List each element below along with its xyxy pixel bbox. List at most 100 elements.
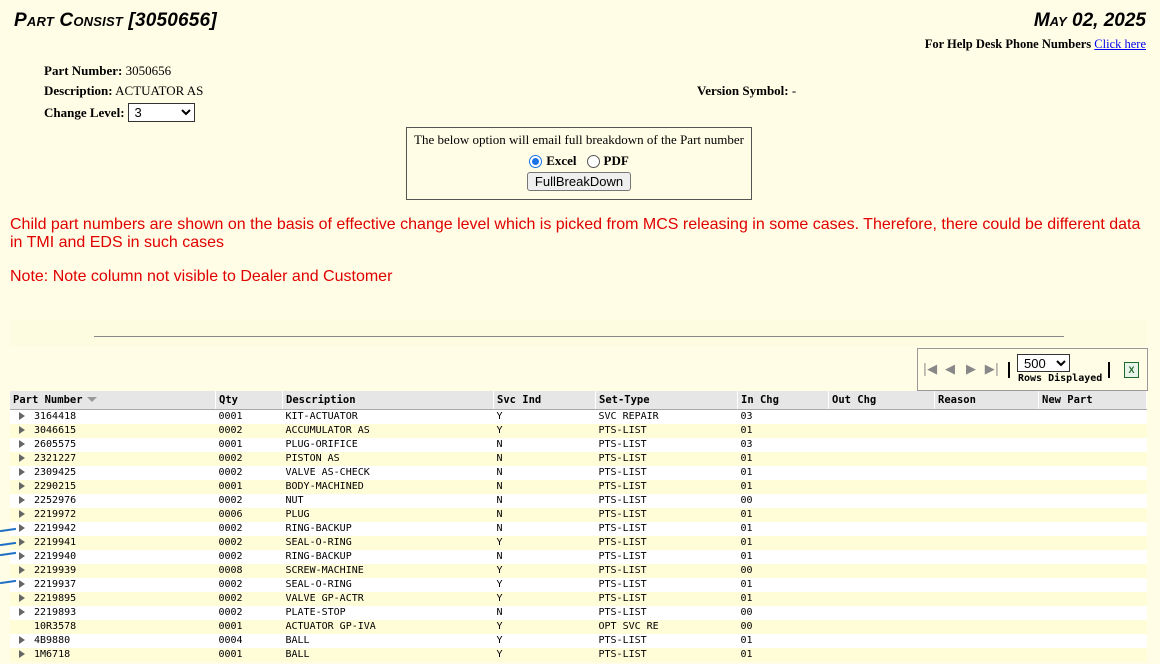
- version-symbol-value: -: [791, 83, 797, 98]
- cell-new-part: [1038, 620, 1147, 634]
- table-row[interactable]: 2290215 0001 BODY-MACHINED N PTS-LIST 01: [10, 480, 1147, 494]
- cell-out-chg: [828, 466, 935, 480]
- table-row[interactable]: 2219940 0002 RING-BACKUP N PTS-LIST 01: [10, 550, 1147, 564]
- table-row[interactable]: 2252976 0002 NUT N PTS-LIST 00: [10, 494, 1147, 508]
- expand-row-icon[interactable]: [19, 594, 25, 602]
- cell-qty: 0002: [215, 592, 283, 606]
- column-header-reason[interactable]: Reason: [934, 391, 1039, 410]
- excel-export-icon[interactable]: X: [1124, 362, 1139, 378]
- help-desk-link[interactable]: Click here: [1094, 37, 1146, 51]
- table-row[interactable]: 2219941 0002 SEAL-O-RING Y PTS-LIST 01: [10, 536, 1147, 550]
- expand-row-icon[interactable]: [19, 552, 25, 560]
- next-page-icon[interactable]: ▶: [963, 363, 979, 377]
- expand-row-icon[interactable]: [19, 580, 25, 588]
- column-header-svc-ind[interactable]: Svc Ind: [493, 391, 596, 410]
- cell-svc-ind: Y: [493, 648, 596, 662]
- cell-in-chg: 00: [737, 606, 829, 620]
- table-row[interactable]: 3046615 0002 ACCUMULATOR AS Y PTS-LIST 01: [10, 424, 1147, 438]
- previous-page-icon[interactable]: ◀: [942, 363, 958, 377]
- table-row[interactable]: 2219893 0002 PLATE-STOP N PTS-LIST 00: [10, 606, 1147, 620]
- cell-in-chg: 01: [737, 452, 829, 466]
- expand-row-icon[interactable]: [19, 538, 25, 546]
- cell-set-type: PTS-LIST: [595, 494, 738, 508]
- expand-row-icon[interactable]: [19, 496, 25, 504]
- table-row[interactable]: 2219895 0002 VALVE GP-ACTR Y PTS-LIST 01: [10, 592, 1147, 606]
- cell-description: KIT-ACTUATOR: [282, 409, 494, 424]
- change-level-select[interactable]: 3: [127, 103, 195, 122]
- expand-row-icon[interactable]: [19, 524, 25, 532]
- email-breakdown-message: The below option will email full breakdo…: [414, 132, 744, 147]
- cell-new-part: [1038, 438, 1147, 452]
- column-header-out-chg[interactable]: Out Chg: [828, 391, 935, 410]
- table-body: 3164418 0001 KIT-ACTUATOR Y SVC REPAIR 03 3046…: [10, 409, 1147, 662]
- table-row[interactable]: 1M6718 0001 BALL Y PTS-LIST 01: [10, 648, 1147, 662]
- pdf-radio[interactable]: [586, 154, 600, 168]
- part-consist-table: Part Number Qty Description Svc Ind Set-…: [10, 391, 1147, 662]
- full-breakdown-button[interactable]: FullBreakDown: [526, 172, 632, 191]
- cell-qty: 0002: [215, 424, 283, 438]
- cell-part-number: 3164418: [10, 409, 216, 424]
- column-header-new-part[interactable]: New Part: [1038, 391, 1147, 410]
- cell-reason: [934, 508, 1039, 522]
- cell-svc-ind: N: [493, 480, 596, 494]
- expand-row-icon[interactable]: [19, 566, 25, 574]
- expand-row-icon[interactable]: [19, 426, 25, 434]
- cell-svc-ind: N: [493, 508, 596, 522]
- cell-svc-ind: N: [493, 522, 596, 536]
- column-header-set-type[interactable]: Set-Type: [595, 391, 738, 410]
- part-number-text: 1M6718: [34, 649, 71, 660]
- expand-row-icon[interactable]: [19, 510, 25, 518]
- table-row[interactable]: 2219972 0006 PLUG N PTS-LIST 01: [10, 508, 1147, 522]
- cell-new-part: [1038, 480, 1147, 494]
- cell-reason: [934, 564, 1039, 578]
- table-row[interactable]: 3164418 0001 KIT-ACTUATOR Y SVC REPAIR 03: [10, 409, 1147, 424]
- cell-in-chg: 01: [737, 508, 829, 522]
- cell-new-part: [1038, 466, 1147, 480]
- expand-row-icon[interactable]: [19, 636, 25, 644]
- toolbar-separator: [1108, 362, 1110, 378]
- format-radio-group: Excel PDF: [407, 153, 751, 169]
- column-header-part-number[interactable]: Part Number: [10, 391, 216, 410]
- expand-row-icon[interactable]: [19, 468, 25, 476]
- column-header-qty[interactable]: Qty: [215, 391, 283, 410]
- cell-set-type: PTS-LIST: [595, 564, 738, 578]
- expand-row-icon[interactable]: [19, 440, 25, 448]
- expand-row-icon[interactable]: [19, 482, 25, 490]
- table-row[interactable]: 10R3578 0001 ACTUATOR GP-IVA Y OPT SVC RE 00: [10, 620, 1147, 634]
- cell-qty: 0002: [215, 466, 283, 480]
- change-level-label: Change Level:: [44, 104, 125, 120]
- last-page-icon[interactable]: ▶|: [984, 363, 1000, 377]
- expand-row-icon[interactable]: [19, 650, 25, 658]
- table-row[interactable]: 2605575 0001 PLUG-ORIFICE N PTS-LIST 03: [10, 438, 1147, 452]
- table-row[interactable]: 2321227 0002 PISTON AS N PTS-LIST 01: [10, 452, 1147, 466]
- cell-part-number: 2219895: [10, 592, 216, 606]
- cell-out-chg: [828, 592, 935, 606]
- cell-description: RING-BACKUP: [282, 550, 494, 564]
- excel-radio[interactable]: [529, 154, 543, 168]
- expand-row-icon[interactable]: [19, 608, 25, 616]
- cell-out-chg: [828, 606, 935, 620]
- table-row[interactable]: 4B9880 0004 BALL Y PTS-LIST 01: [10, 634, 1147, 648]
- table-row[interactable]: 2219942 0002 RING-BACKUP N PTS-LIST 01: [10, 522, 1147, 536]
- table-row[interactable]: 2219937 0002 SEAL-O-RING Y PTS-LIST 01: [10, 578, 1147, 592]
- first-page-icon[interactable]: |◀: [922, 363, 938, 377]
- table-row[interactable]: 2219939 0008 SCREW-MACHINE Y PTS-LIST 00: [10, 564, 1147, 578]
- rows-displayed-select[interactable]: 500: [1017, 354, 1070, 372]
- part-number-text: 3046615: [34, 425, 77, 436]
- cell-set-type: PTS-LIST: [595, 452, 738, 466]
- cell-set-type: PTS-LIST: [595, 606, 738, 620]
- expand-row-icon[interactable]: [19, 454, 25, 462]
- column-header-description[interactable]: Description: [282, 391, 494, 410]
- column-header-in-chg[interactable]: In Chg: [737, 391, 829, 410]
- cell-qty: 0002: [215, 452, 283, 466]
- cell-description: BALL: [282, 634, 494, 648]
- email-breakdown-panel: The below option will email full breakdo…: [406, 127, 752, 200]
- cell-out-chg: [828, 508, 935, 522]
- sort-arrow-icon[interactable]: [86, 397, 97, 402]
- change-level-field: Change Level: 3: [44, 103, 195, 122]
- table-row[interactable]: 2309425 0002 VALVE AS-CHECK N PTS-LIST 01: [10, 466, 1147, 480]
- expand-row-icon[interactable]: [19, 412, 25, 420]
- cell-part-number: 2290215: [10, 480, 216, 494]
- cell-part-number: 2219940: [10, 550, 216, 564]
- cell-reason: [934, 466, 1039, 480]
